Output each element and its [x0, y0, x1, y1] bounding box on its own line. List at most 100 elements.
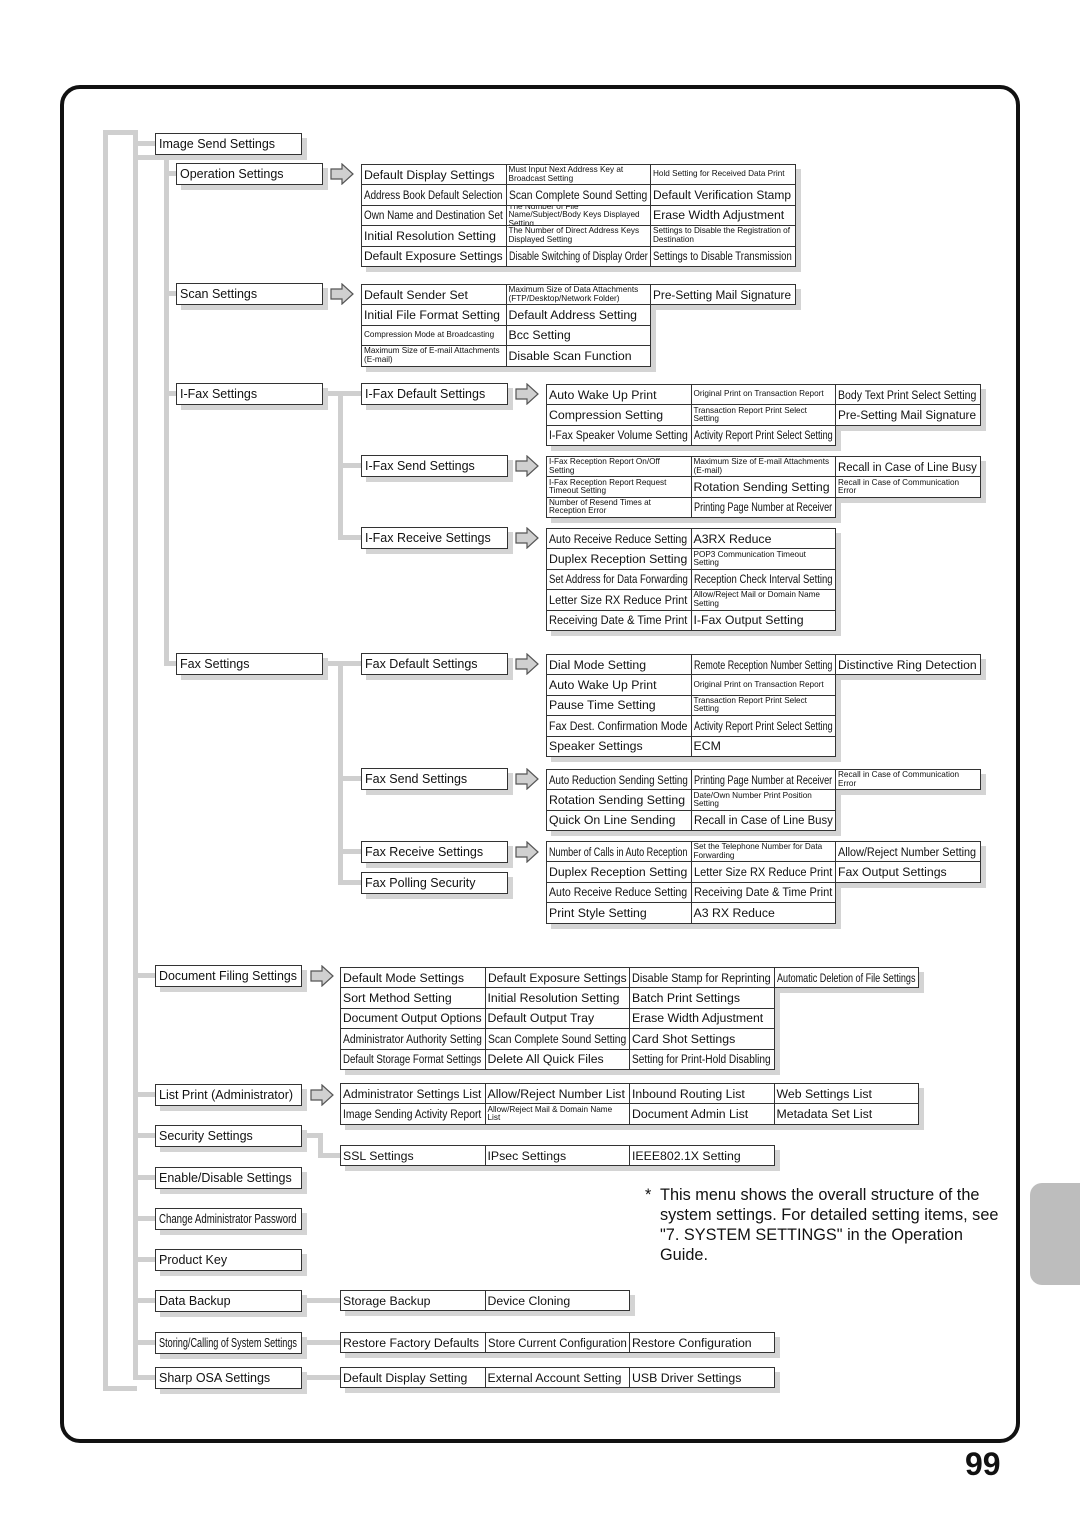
table-cell: Letter Size RX Reduce Print: [690, 861, 836, 883]
footnote-text: This menu shows the overall structure of…: [660, 1186, 999, 1264]
menu-node-fax-polling: Fax Polling Security: [361, 872, 508, 894]
connector-line: [338, 880, 361, 885]
table-cell: External Account Setting: [484, 1367, 630, 1389]
table-cell: Reception Check Interval Setting: [690, 568, 836, 591]
table-cell: Administrator Authority Setting: [340, 1028, 486, 1050]
menu-node-operation: Operation Settings: [176, 163, 323, 185]
cell-label: Inbound Routing List: [632, 1086, 745, 1101]
cell-label: Disable Scan Function: [508, 348, 632, 363]
node-label: Fax Send Settings: [365, 772, 468, 786]
table-cell: Initial Resolution Setting: [484, 987, 630, 1009]
cell-label: A3 RX Reduce: [693, 905, 775, 920]
table-cell: Allow/Reject Mail or Domain Name Setting: [690, 589, 836, 611]
cell-label: Default Exposure Settings: [487, 970, 627, 985]
cell-label: Initial Resolution Setting: [487, 991, 620, 1006]
page-number: 99: [965, 1446, 1001, 1482]
cell-label: Default Exposure Settings: [364, 249, 503, 264]
right-arrow-icon: [515, 454, 539, 478]
cell-label: Default Address Setting: [508, 308, 638, 323]
menu-node-enable-disable: Enable/Disable Settings: [155, 1167, 302, 1189]
cell-label: Device Cloning: [487, 1293, 571, 1308]
table-cell: Quick On Line Sending: [546, 809, 692, 832]
cell-label: Number of Calls in Auto Reception: [549, 844, 688, 859]
cell-label: Bcc Setting: [508, 328, 571, 343]
cell-label: Erase Width Adjustment: [632, 1011, 764, 1026]
table-cell: POP3 Communication Timeout Setting: [690, 548, 836, 570]
cell-label: Pause Time Setting: [549, 698, 656, 713]
table-cell: Transaction Report Print Select Setting: [690, 404, 836, 426]
cell-label: Quick On Line Sending: [549, 813, 676, 828]
connector-line: [103, 130, 108, 1390]
table-cell: Duplex Reception Setting: [546, 861, 692, 883]
cell-label: Distinctive Ring Detection: [838, 657, 977, 672]
table-cell: Erase Width Adjustment: [650, 204, 796, 227]
node-label: List Print (Administrator): [159, 1088, 294, 1102]
connector-line: [103, 130, 137, 135]
right-arrow-icon: [310, 1083, 334, 1107]
cell-label: Administrator Authority Setting: [343, 1031, 482, 1046]
cell-label: Set Address for Data Forwarding: [549, 572, 688, 587]
cell-label: Original Print on Transaction Report: [693, 679, 824, 689]
node-label: I-Fax Settings: [180, 387, 258, 401]
connector-line: [338, 776, 361, 781]
cell-label: Original Print on Transaction Report: [693, 389, 824, 399]
table-cell: Printing Page Number at Receiver: [690, 769, 836, 791]
table-cell: Default Display Setting: [340, 1367, 486, 1389]
connector-line: [133, 1298, 155, 1303]
table-cell: SSL Settings: [340, 1145, 486, 1167]
right-arrow-icon: [515, 652, 539, 676]
cell-label: Default Sender Set: [364, 287, 468, 302]
footnote: * This menu shows the overall structure …: [645, 1185, 1005, 1265]
cell-label: Number of Resend Times at Reception Erro…: [549, 498, 651, 516]
cell-label: Auto Receive Reduce Setting: [549, 885, 688, 900]
table-cell: Pre-Setting Mail Signature: [650, 284, 796, 306]
right-arrow-icon: [330, 162, 354, 186]
cell-label: Default Verification Stamp: [653, 188, 792, 203]
table-cell: Rotation Sending Setting: [690, 476, 836, 498]
table-cell: Disable Scan Function: [505, 345, 651, 367]
connector-line: [164, 661, 176, 666]
menu-node-change-password: Change Administrator Password: [155, 1208, 302, 1230]
node-label: Data Backup: [159, 1294, 231, 1308]
cell-label: Fax Output Settings: [838, 865, 947, 880]
cell-label: Default Mode Settings: [343, 970, 464, 985]
cell-label: Must Input Next Address Key at Broadcast…: [508, 165, 624, 183]
connector-line: [133, 141, 155, 146]
node-label: Scan Settings: [180, 287, 258, 301]
connector-line: [164, 391, 176, 396]
table-cell: Restore Configuration: [629, 1332, 775, 1354]
connector-line: [164, 291, 176, 296]
table-cell: Hold Setting for Received Data Print: [650, 164, 796, 186]
cell-label: Activity Report Print Select Setting: [693, 428, 833, 443]
table-cell: Number of Resend Times at Reception Erro…: [546, 496, 692, 519]
cell-label: IEEE802.1X Setting: [632, 1148, 741, 1163]
cell-label: Set the Telephone Number for Data Forwar…: [693, 842, 823, 860]
cell-label: USB Driver Settings: [632, 1370, 742, 1385]
cell-label: Recall in Case of Line Busy: [693, 813, 833, 828]
table-cell: Maximum Size of E-mail Attachments (E-ma…: [690, 456, 836, 478]
table-cell: Original Print on Transaction Report: [690, 384, 836, 406]
cell-label: Printing Page Number at Receiver: [693, 500, 832, 515]
cell-label: Activity Report Print Select Setting: [693, 718, 833, 733]
table-cell: Dial Mode Setting: [546, 654, 692, 676]
table-cell: Auto Wake Up Print: [546, 674, 692, 696]
table-cell: Own Name and Destination Set: [361, 204, 507, 227]
connector-line: [300, 1340, 340, 1345]
node-label: Change Administrator Password: [159, 1212, 297, 1226]
node-label: Sharp OSA Settings: [159, 1371, 271, 1385]
table-cell: Default Output Tray: [484, 1007, 630, 1030]
cell-label: Scan Complete Sound Setting: [487, 1031, 626, 1046]
table-cell: Setting for Print-Hold Disabling: [629, 1048, 775, 1070]
table-cell: Original Print on Transaction Report: [690, 674, 836, 696]
node-label: Fax Settings: [180, 657, 250, 671]
table-cell: I-Fax Speaker Volume Setting: [546, 424, 692, 447]
cell-label: Pre-Setting Mail Signature: [653, 287, 792, 302]
table-cell: Address Book Default Selection: [361, 184, 507, 206]
menu-node-ifax: I-Fax Settings: [176, 383, 323, 405]
table-cell: Administrator Settings List: [340, 1083, 486, 1105]
menu-node-fax: Fax Settings: [176, 653, 323, 675]
connector-line: [300, 1298, 340, 1303]
connector-line: [133, 130, 138, 1380]
cell-label: Maximum Size of Data Attachments (FTP/De…: [508, 285, 639, 303]
table-cell: Date/Own Number Print Position Setting: [690, 789, 836, 811]
